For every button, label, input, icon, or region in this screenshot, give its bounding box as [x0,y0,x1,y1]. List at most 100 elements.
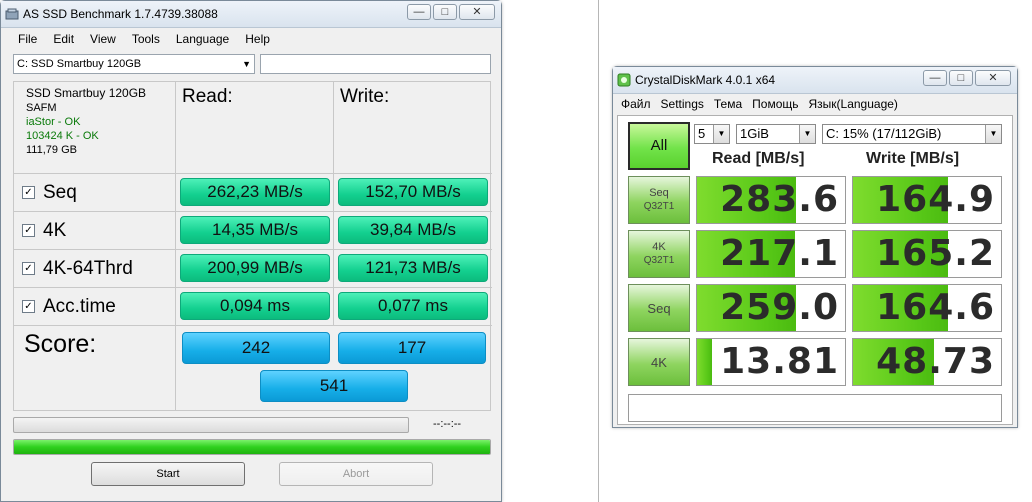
result-value: 164.6 [876,287,995,328]
row-seq: ✓ Seq [14,174,176,212]
drive-firmware: SAFM [26,102,57,114]
overall-progress-bar [13,439,491,455]
dropdown-arrow-icon: ▼ [242,59,251,69]
size-value: 1GiB [740,126,769,141]
cdm-titlebar[interactable]: CrystalDiskMark 4.0.1 x64 — □ ✕ [613,67,1017,94]
checkbox-4k-64thrd[interactable]: ✓ [22,262,35,275]
seq-write-value: 152,70 MB/s [338,178,488,206]
result-value: 283.6 [720,179,839,220]
seq-read-value: 262,23 MB/s [180,178,330,206]
menu-bar: File Edit View Tools Language Help [1,28,501,50]
4k64-write-value: 121,73 MB/s [338,254,488,282]
result-value: 217.1 [720,233,839,274]
result-bar [697,339,712,385]
checkbox-4k[interactable]: ✓ [22,224,35,237]
results-grid: SSD Smartbuy 120GB SAFM iaStor - OK 1034… [13,81,492,411]
extra-textbox[interactable] [260,54,491,74]
4k-read-value: 14,35 MB/s [180,216,330,244]
menu-settings[interactable]: Settings [656,97,709,111]
driver-status: iaStor - OK [26,116,81,128]
app-icon [5,8,19,20]
score-label-cell: Score: [14,326,176,410]
minimize-icon[interactable]: — [923,70,947,86]
crystaldiskmark-window: CrystalDiskMark 4.0.1 x64 — □ ✕ Файл Set… [612,66,1018,428]
as-ssd-titlebar[interactable]: AS SSD Benchmark 1.7.4739.38088 — □ ✕ [1,1,501,28]
4k-button[interactable]: 4K [628,338,690,386]
drive-size: 111,79 GB [26,144,77,156]
write-header: Write [MB/s] [866,150,960,167]
result-value: 259.0 [720,287,839,328]
drive-select[interactable]: C: SSD Smartbuy 120GB ▼ [13,54,255,74]
result-value: 164.9 [876,179,995,220]
menu-help[interactable]: Help [237,32,278,46]
elapsed-time: --:--:-- [433,418,462,430]
drive-info: SSD Smartbuy 120GB SAFM iaStor - OK 1034… [14,82,176,174]
app-icon [617,73,631,87]
row-acc-time: ✓ Acc.time [14,288,176,326]
row-label: 4K-64Thrd [43,257,133,279]
4k64-read-value: 200,99 MB/s [180,254,330,282]
4k-q32t1-button[interactable]: 4K Q32T1 [628,230,690,278]
write-header: Write: [334,82,492,174]
menu-bar: Файл Settings Тема Помощь Язык(Language) [613,94,1017,114]
window-title: AS SSD Benchmark 1.7.4739.38088 [23,7,218,21]
row-4k-64thrd: ✓ 4K-64Thrd [14,250,176,288]
seq-button[interactable]: Seq [628,284,690,332]
result-value: 13.81 [720,341,839,382]
menu-language[interactable]: Язык(Language) [804,97,903,111]
test-label: 4K [651,354,667,370]
dropdown-arrow-icon: ▼ [799,125,815,143]
4k-write-cell: 39,84 MB/s [334,212,492,250]
task-progress-bar [13,417,409,433]
row-label: Acc.time [43,295,116,317]
test-sublabel: Q32T1 [643,255,675,266]
window-divider [598,0,599,502]
menu-file[interactable]: Файл [613,97,656,111]
acc-write-cell: 0,077 ms [334,288,492,326]
abort-button[interactable]: Abort [279,462,433,486]
menu-view[interactable]: View [82,32,124,46]
acc-read-value: 0,094 ms [180,292,330,320]
menu-tools[interactable]: Tools [124,32,168,46]
comment-field[interactable] [628,394,1002,422]
maximize-icon[interactable]: □ [949,70,973,86]
count-select[interactable]: 5 ▼ [694,124,730,144]
test-label: 4K [652,241,666,253]
test-label: Seq [647,300,671,316]
overall-progress-fill [14,440,490,454]
maximize-icon[interactable]: □ [433,4,457,20]
menu-language[interactable]: Language [168,32,237,46]
seq-write: 164.6 [852,284,1002,332]
drive-select[interactable]: C: 15% (17/112GiB) ▼ [822,124,1002,144]
count-value: 5 [698,126,706,141]
result-value: 165.2 [876,233,995,274]
seq-q32t1-write: 164.9 [852,176,1002,224]
4k-write-value: 39,84 MB/s [338,216,488,244]
score-write: 177 [338,332,486,364]
score-read: 242 [182,332,330,364]
acc-read-cell: 0,094 ms [176,288,334,326]
seq-write-cell: 152,70 MB/s [334,174,492,212]
size-select[interactable]: 1GiB ▼ [736,124,816,144]
minimize-icon[interactable]: — [407,4,431,20]
dropdown-arrow-icon: ▼ [985,125,1001,143]
menu-theme[interactable]: Тема [709,97,747,111]
close-icon[interactable]: ✕ [459,4,495,20]
start-button[interactable]: Start [91,462,245,486]
checkbox-seq[interactable]: ✓ [22,186,35,199]
menu-file[interactable]: File [1,32,45,46]
seq-read: 259.0 [696,284,846,332]
menu-help[interactable]: Помощь [747,97,803,111]
4k-read-cell: 14,35 MB/s [176,212,334,250]
4k-q32t1-write: 165.2 [852,230,1002,278]
all-button[interactable]: All [628,122,690,170]
result-value: 48.73 [876,341,995,382]
seq-q32t1-button[interactable]: Seq Q32T1 [628,176,690,224]
menu-edit[interactable]: Edit [45,32,82,46]
4k-q32t1-read: 217.1 [696,230,846,278]
dropdown-arrow-icon: ▼ [713,125,729,143]
test-label: Seq [649,187,669,199]
4k-write: 48.73 [852,338,1002,386]
close-icon[interactable]: ✕ [975,70,1011,86]
checkbox-acc-time[interactable]: ✓ [22,300,35,313]
